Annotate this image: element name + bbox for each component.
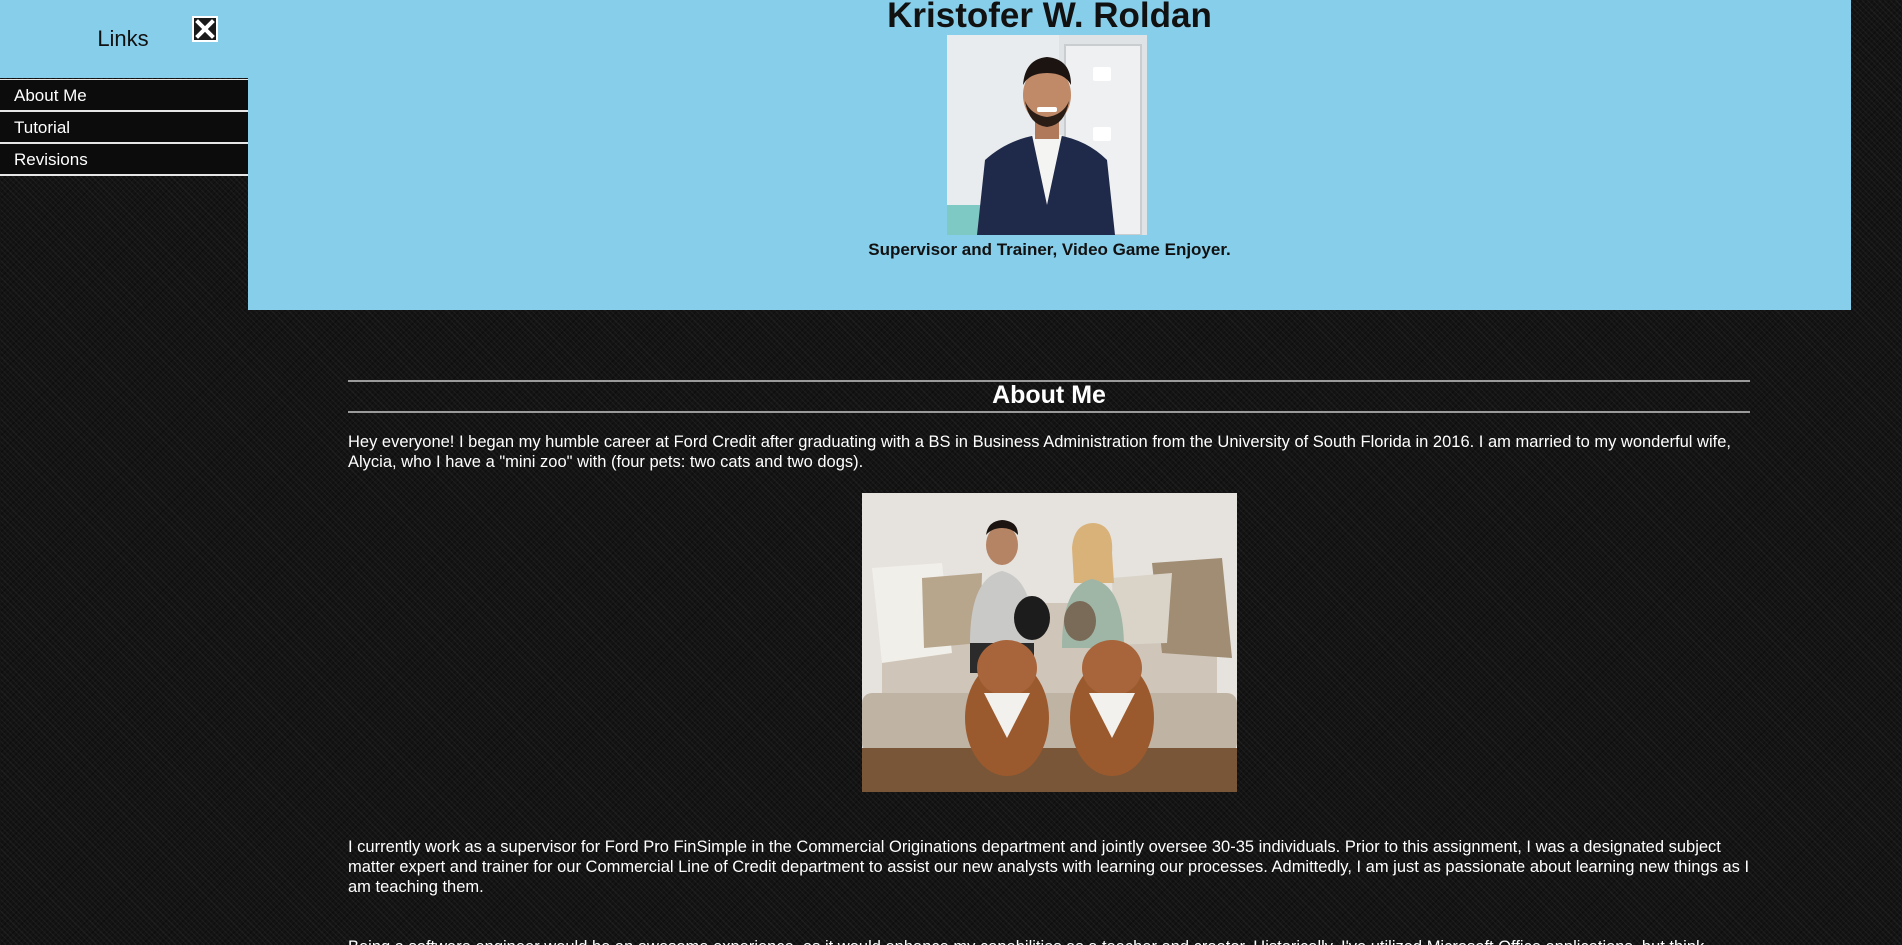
sidebar-item-about-me[interactable]: About Me xyxy=(0,79,248,112)
family-photo xyxy=(862,493,1237,792)
about-paragraph-3: Being a software engineer would be an aw… xyxy=(348,937,1750,945)
about-paragraph-2: I currently work as a supervisor for For… xyxy=(348,838,1750,896)
sidebar-item-tutorial[interactable]: Tutorial xyxy=(0,112,248,144)
close-sidebar-button[interactable] xyxy=(192,16,218,42)
close-icon xyxy=(195,19,215,39)
about-paragraph-1: Hey everyone! I began my humble career a… xyxy=(348,433,1731,471)
sidebar: Links About Me Tutorial Revisions xyxy=(0,0,248,945)
main-content: About Me Hey everyone! I began my humble… xyxy=(348,0,1750,945)
sidebar-header: Links xyxy=(0,0,248,78)
sidebar-item-revisions[interactable]: Revisions xyxy=(0,144,248,176)
section-heading-about-me: About Me xyxy=(992,381,1106,409)
sidebar-nav: About Me Tutorial Revisions xyxy=(0,79,248,176)
section-divider-bottom xyxy=(348,411,1750,413)
